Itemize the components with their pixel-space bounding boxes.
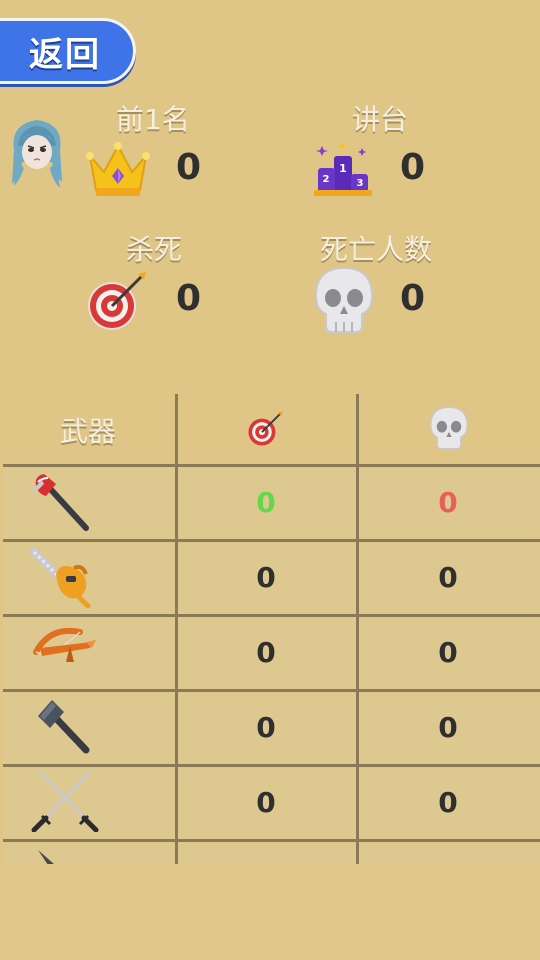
kills-cell: 0 (256, 636, 276, 669)
deaths-cell: 0 (438, 486, 458, 519)
row-divider (3, 614, 540, 617)
kills-cell: 0 (256, 711, 276, 744)
target-icon (86, 270, 148, 332)
weapon-stats-table: 武器 0 0 0 0 0 0 0 0 0 0 (0, 394, 540, 864)
chainsaw-icon (30, 546, 100, 610)
podium-label: 讲台 (352, 103, 409, 136)
deaths-label: 死亡人数 (320, 233, 433, 266)
svg-text:2: 2 (323, 174, 330, 185)
crossbow-icon (30, 622, 100, 686)
skull-icon (312, 266, 376, 334)
back-button[interactable]: 返回 (0, 18, 136, 84)
row-divider (3, 839, 540, 842)
weapon-column-header: 武器 (59, 415, 116, 448)
row-divider (3, 464, 540, 467)
kills-value: 0 (176, 278, 202, 319)
kills-cell: 0 (256, 561, 276, 594)
deaths-value: 0 (400, 278, 426, 319)
avatar (8, 116, 66, 190)
row-divider (3, 689, 540, 692)
hammer-icon (30, 694, 100, 758)
svg-text:1: 1 (339, 162, 347, 175)
skull-icon (428, 406, 470, 450)
row-divider (3, 539, 540, 542)
row-divider (3, 764, 540, 767)
deaths-cell: 0 (438, 636, 458, 669)
podium-value: 0 (400, 147, 426, 188)
kills-cell: 0 (256, 786, 276, 819)
knife-icon (30, 844, 100, 864)
deaths-cell: 0 (438, 786, 458, 819)
svg-text:3: 3 (357, 178, 364, 189)
deaths-cell: 0 (438, 711, 458, 744)
deaths-cell: 0 (438, 561, 458, 594)
kills-cell: 0 (256, 486, 276, 519)
top1-label: 前1名 (116, 103, 190, 136)
axe-icon (30, 472, 100, 536)
podium-icon: 1 2 3 (312, 140, 374, 200)
crossed-swords-icon (30, 768, 100, 833)
top1-value: 0 (176, 147, 202, 188)
target-icon (246, 410, 284, 448)
kills-label: 杀死 (126, 233, 183, 266)
back-button-label: 返回 (29, 34, 101, 75)
crown-icon (86, 138, 150, 202)
